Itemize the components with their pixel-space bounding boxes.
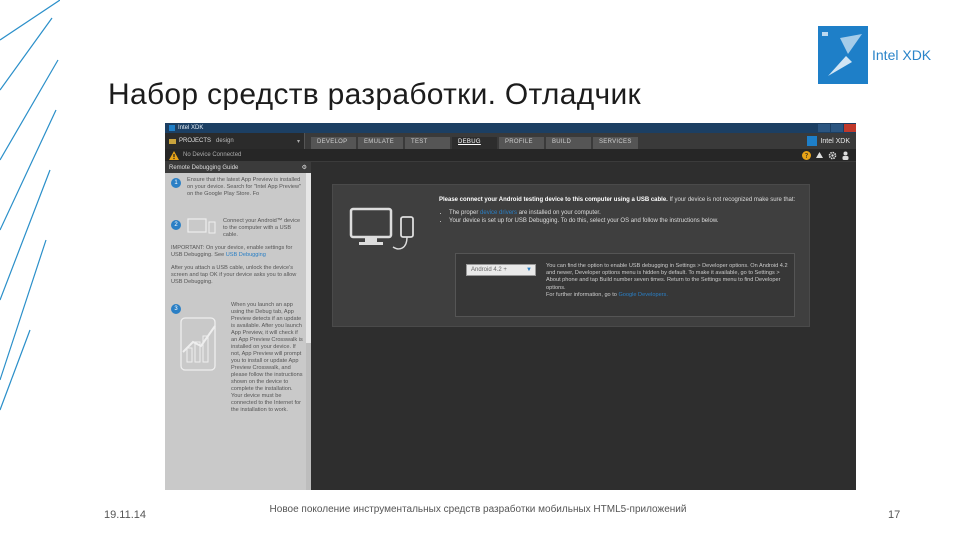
- projects-selector[interactable]: PROJECTS design ▾: [165, 133, 305, 149]
- xdk-screenshot: Intel XDK PROJECTS design ▾ DEVELOP EMUL…: [165, 123, 856, 490]
- guide-step-2: 2 Connect your Android™ device to the co…: [165, 204, 311, 292]
- usb-device-icon: [187, 218, 216, 234]
- tab-develop[interactable]: DEVELOP: [311, 137, 356, 149]
- tab-build[interactable]: BUILD: [546, 137, 591, 149]
- connect-heading: Please connect your Android testing devi…: [439, 197, 668, 203]
- step-number: 1: [171, 178, 181, 188]
- page-number: 17: [888, 509, 901, 521]
- os-select[interactable]: Android 4.2 + ▼: [466, 264, 536, 276]
- svg-text:?: ?: [805, 152, 809, 160]
- window-titlebar: Intel XDK: [165, 123, 856, 133]
- app-icon: [169, 125, 175, 131]
- intel-xdk-logo: Intel XDK: [818, 26, 931, 84]
- tab-debug[interactable]: DEBUG: [452, 137, 497, 149]
- app-brand-text: Intel XDK: [820, 137, 850, 145]
- gear-icon[interactable]: [828, 151, 837, 160]
- minimize-button[interactable]: [818, 124, 830, 132]
- connect-instructions: Please connect your Android testing devi…: [439, 197, 805, 225]
- app-brand: Intel XDK: [807, 133, 856, 149]
- decorative-lines: [0, 0, 60, 411]
- device-drivers-link[interactable]: device drivers: [480, 210, 517, 216]
- step-text: Ensure that the latest App Preview is in…: [187, 177, 302, 197]
- chevron-down-icon: ▼: [526, 267, 532, 273]
- remote-debugging-guide: Remote Debugging Guide ⚙ 1 Ensure that t…: [165, 162, 311, 490]
- step-number: 2: [171, 220, 181, 230]
- step-number: 3: [171, 304, 181, 314]
- connect-heading-rest: If your device is not recognized make su…: [669, 197, 796, 203]
- warning-icon: [169, 150, 179, 160]
- device-status-bar: No Device Connected ?: [165, 149, 856, 162]
- guide-title: Remote Debugging Guide: [169, 164, 239, 171]
- guide-step-3: 3 When you launch an app using the Debug…: [165, 292, 311, 420]
- maximize-button[interactable]: [831, 124, 843, 132]
- debug-main-area: Please connect your Android testing devi…: [311, 162, 856, 490]
- close-button[interactable]: [844, 124, 856, 132]
- os-instructions-text: You can find the option to enable USB de…: [546, 263, 788, 298]
- tab-emulate[interactable]: EMULATE: [358, 137, 403, 149]
- list-item: The proper device drivers are installed …: [449, 210, 805, 217]
- step-text: When you launch an app using the Debug t…: [231, 302, 303, 413]
- logo-mark-icon: [818, 26, 868, 84]
- tab-profile[interactable]: PROFILE: [499, 137, 544, 149]
- step-text: IMPORTANT: On your device, enable settin…: [171, 245, 293, 258]
- intel-logo-icon: [807, 136, 818, 146]
- user-icon[interactable]: [841, 151, 850, 160]
- project-name: design: [216, 138, 234, 144]
- guide-settings-icon[interactable]: ⚙: [302, 164, 307, 171]
- help-icon[interactable]: ?: [802, 150, 811, 160]
- tab-test[interactable]: TEST: [405, 137, 450, 149]
- tab-bar: DEVELOP EMULATE TEST DEBUG PROFILE BUILD…: [305, 133, 640, 149]
- window-title: Intel XDK: [178, 125, 204, 131]
- step-text: Connect your Android™ device to the comp…: [223, 218, 301, 238]
- computer-phone-icon: [349, 207, 414, 250]
- main-nav: PROJECTS design ▾ DEVELOP EMULATE TEST D…: [165, 133, 856, 149]
- logo-text: Intel XDK: [872, 47, 932, 63]
- google-developers-link[interactable]: Google Developers.: [618, 292, 667, 298]
- connect-device-panel: Please connect your Android testing devi…: [332, 184, 810, 327]
- notification-icon[interactable]: [815, 151, 824, 160]
- step-text: After you attach a USB cable, unlock the…: [171, 265, 297, 285]
- list-item: Your device is set up for USB Debugging.…: [449, 218, 805, 225]
- projects-label: PROJECTS: [179, 138, 212, 144]
- tab-services[interactable]: SERVICES: [593, 137, 638, 149]
- folder-icon: [169, 138, 176, 144]
- usb-debugging-link[interactable]: USB Debugging: [226, 252, 266, 258]
- chevron-down-icon: ▾: [296, 138, 300, 145]
- device-status: No Device Connected: [183, 152, 242, 158]
- slide-title: Набор средств разработки. Отладчик: [108, 78, 641, 111]
- footer-date: 19.11.14: [104, 509, 147, 521]
- guide-step-1: 1 Ensure that the latest App Preview is …: [165, 173, 311, 204]
- phone-chart-icon: [180, 317, 216, 371]
- os-instructions-box: Android 4.2 + ▼ You can find the option …: [455, 253, 795, 317]
- footer-caption: Новое поколение инструментальных средств…: [269, 504, 687, 515]
- guide-header: Remote Debugging Guide ⚙: [165, 162, 311, 173]
